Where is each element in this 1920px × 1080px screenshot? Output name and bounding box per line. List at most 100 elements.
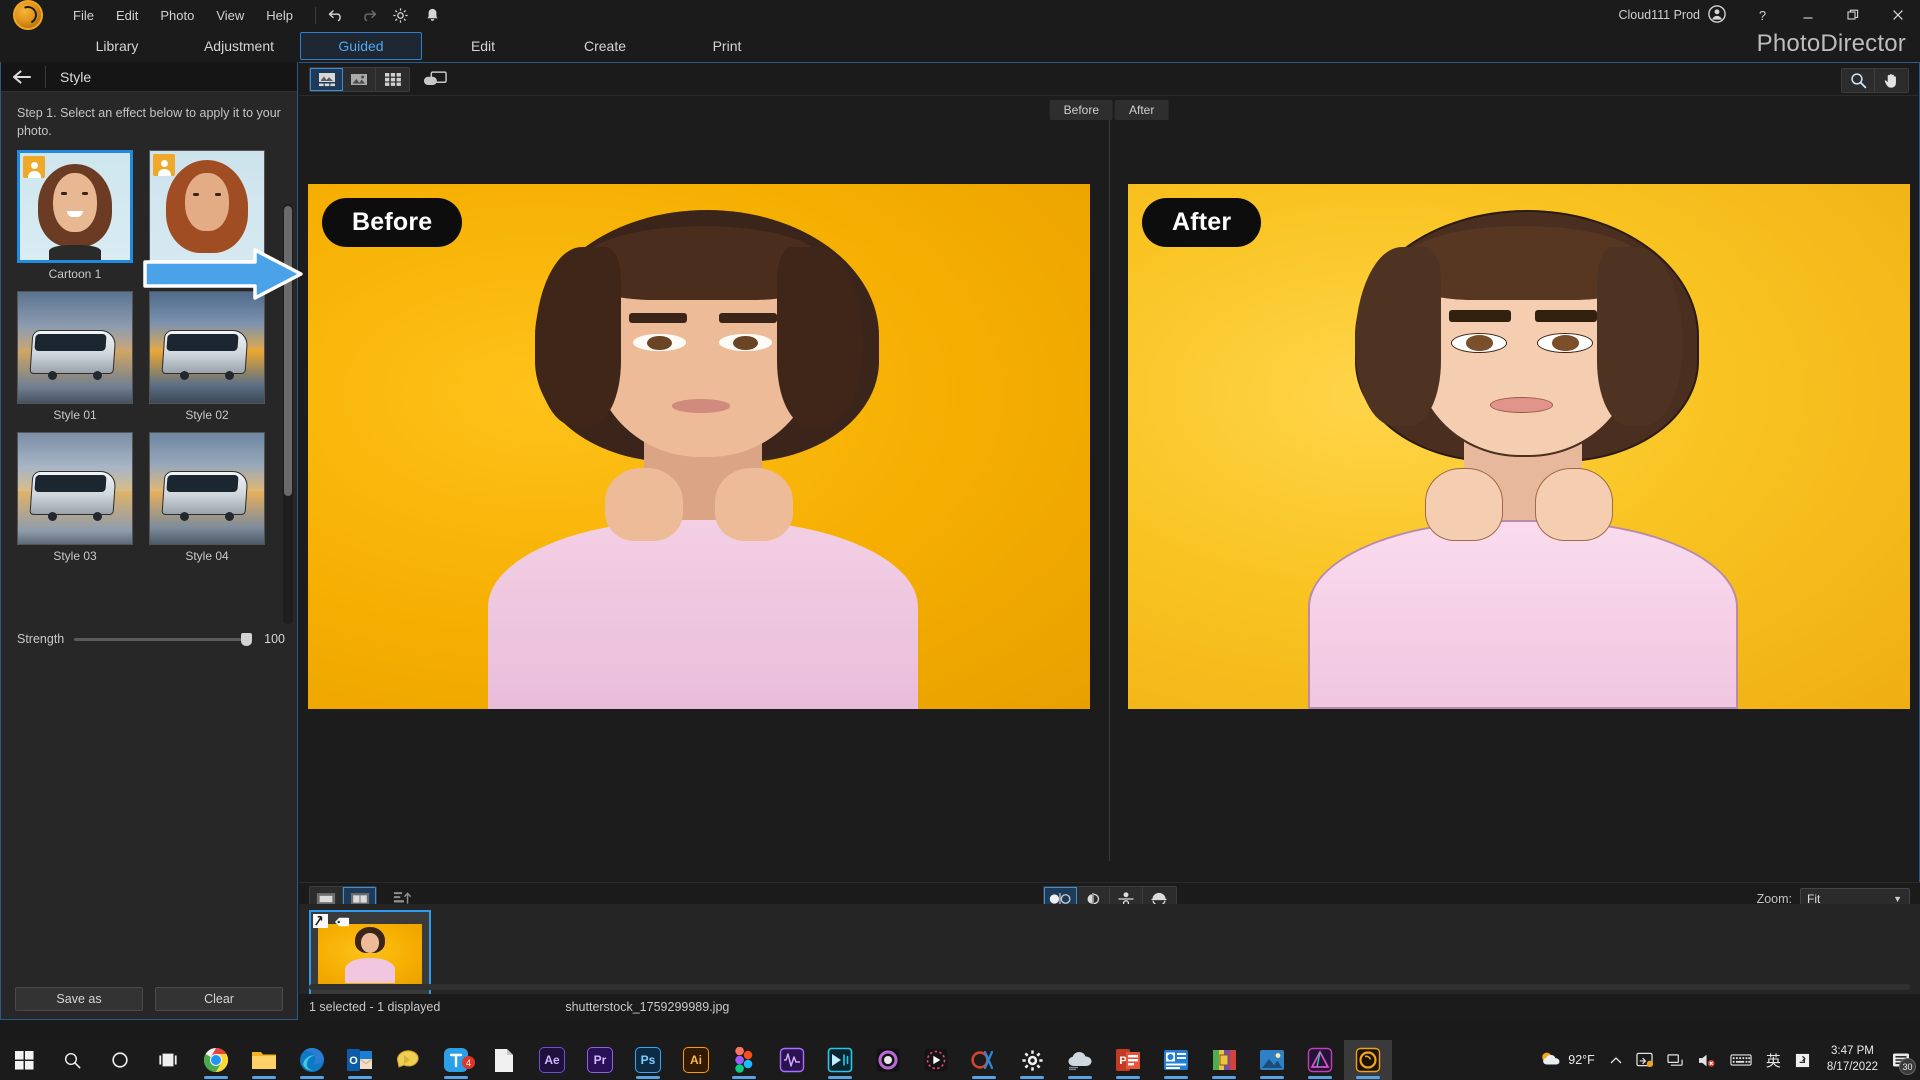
taskbar-app-color-director[interactable]: [864, 1040, 912, 1080]
taskbar-app-photos[interactable]: [1248, 1040, 1296, 1080]
save-as-button[interactable]: Save as: [15, 987, 143, 1011]
window-controls-area: Cloud111 Prod ?: [1618, 0, 1920, 30]
style-item-style-04[interactable]: Style 04: [149, 432, 265, 563]
menu-help[interactable]: Help: [255, 3, 304, 28]
taskbar-app-teams[interactable]: 4: [432, 1040, 480, 1080]
menu-photo[interactable]: Photo: [149, 3, 205, 28]
volume-muted-icon[interactable]: [1691, 1053, 1723, 1068]
tab-guided[interactable]: Guided: [300, 32, 422, 60]
app-running-indicator: [1260, 1076, 1284, 1079]
style-item-style-03[interactable]: Style 03: [17, 432, 133, 563]
cloud-account[interactable]: Cloud111 Prod: [1618, 5, 1726, 26]
style-label: Style 03: [17, 545, 133, 563]
strength-slider[interactable]: [74, 638, 247, 641]
taskbar-app-figma[interactable]: [720, 1040, 768, 1080]
tab-print[interactable]: Print: [666, 33, 788, 59]
minimize-button[interactable]: [1785, 0, 1830, 30]
after-pane[interactable]: After: [1128, 184, 1910, 709]
network-tray-icon[interactable]: [1660, 1053, 1691, 1068]
strength-control: Strength 100: [1, 624, 297, 654]
taskbar-app-edge[interactable]: [288, 1040, 336, 1080]
close-button[interactable]: [1875, 0, 1920, 30]
taskbar-app-audio-editor[interactable]: [768, 1040, 816, 1080]
menu-view[interactable]: View: [205, 3, 255, 28]
taskbar-app-media-player[interactable]: [912, 1040, 960, 1080]
app-running-indicator: [1212, 1076, 1236, 1079]
tab-adjustment[interactable]: Adjustment: [178, 33, 300, 59]
undo-icon[interactable]: [327, 6, 346, 25]
hand-pan-tool-icon[interactable]: [1875, 69, 1908, 92]
taskbar-app-illustrator[interactable]: Ai: [672, 1040, 720, 1080]
before-tab[interactable]: Before: [1050, 100, 1113, 120]
style-thumbnail[interactable]: [149, 291, 265, 404]
show-hidden-icons-chevron[interactable]: [1603, 1056, 1629, 1065]
taskbar-app-notepad[interactable]: [480, 1040, 528, 1080]
zoom-tool-icon[interactable]: [1842, 69, 1875, 92]
filmstrip-scrollbar[interactable]: [309, 984, 1910, 990]
taskbar-app-winrar[interactable]: [1200, 1040, 1248, 1080]
before-after-tabs: Before After: [1050, 100, 1169, 120]
task-view-icon[interactable]: [144, 1040, 192, 1080]
ime-language-icon[interactable]: 英: [1759, 1050, 1788, 1071]
action-center-icon[interactable]: 30: [1888, 1047, 1914, 1073]
user-account-icon[interactable]: [1708, 5, 1726, 26]
taskbar-app-outlook[interactable]: O: [336, 1040, 384, 1080]
style-item-cartoon-1[interactable]: Cartoon 1: [17, 150, 133, 281]
taskbar-app-presentation-tool[interactable]: [1152, 1040, 1200, 1080]
taskbar-search-icon[interactable]: [48, 1040, 96, 1080]
style-thumbnail[interactable]: [17, 291, 133, 404]
tab-library[interactable]: Library: [56, 33, 178, 59]
taskbar-app-screen-recorder[interactable]: [960, 1040, 1008, 1080]
taskbar-app-after-effects[interactable]: Ae: [528, 1040, 576, 1080]
taskbar-app-file-explorer[interactable]: [240, 1040, 288, 1080]
menu-edit[interactable]: Edit: [105, 3, 149, 28]
taskbar-clock[interactable]: 3:47 PM 8/17/2022: [1817, 1044, 1888, 1075]
style-item-style-02[interactable]: Style 02: [149, 291, 265, 422]
grid-view-button[interactable]: [376, 68, 409, 91]
taskbar-app-video-editor[interactable]: [816, 1040, 864, 1080]
taskbar-app-affinity-photo[interactable]: [1296, 1040, 1344, 1080]
taskbar-app-whatsapp-gold[interactable]: [384, 1040, 432, 1080]
before-pane[interactable]: Before: [308, 184, 1090, 709]
tab-create[interactable]: Create: [544, 33, 666, 59]
tab-edit[interactable]: Edit: [422, 33, 544, 59]
style-thumbnail[interactable]: [149, 432, 265, 545]
after-tab[interactable]: After: [1115, 100, 1168, 120]
app-running-indicator: [204, 1076, 228, 1079]
photo-only-view-button[interactable]: [343, 68, 376, 91]
touch-keyboard-icon[interactable]: [1723, 1053, 1759, 1067]
single-photo-view-button[interactable]: [310, 68, 343, 91]
taskbar-app-photoshop[interactable]: Ps: [624, 1040, 672, 1080]
ime-mode-icon[interactable]: [1788, 1053, 1817, 1068]
redo-icon[interactable]: [359, 6, 378, 25]
taskbar-app-onedrive[interactable]: [1056, 1040, 1104, 1080]
menu-file[interactable]: File: [62, 3, 105, 28]
cloud-account-label: Cloud111 Prod: [1618, 8, 1700, 22]
taskbar-app-powerpoint[interactable]: P: [1104, 1040, 1152, 1080]
taskbar-app-photodirector[interactable]: [1344, 1040, 1392, 1080]
strength-slider-knob[interactable]: [241, 633, 252, 646]
taskbar-app-settings[interactable]: [1008, 1040, 1056, 1080]
weather-widget[interactable]: 92°F: [1531, 1050, 1603, 1071]
clear-button[interactable]: Clear: [155, 987, 283, 1011]
cortana-icon[interactable]: [96, 1040, 144, 1080]
onedrive-tray-icon[interactable]: [1629, 1052, 1660, 1068]
back-arrow-icon[interactable]: [1, 62, 45, 92]
app-running-indicator: [1068, 1076, 1092, 1079]
chevron-down-icon[interactable]: ▼: [1893, 894, 1902, 904]
adjustment-badge-icon: [313, 914, 329, 928]
taskbar-app-premiere-pro[interactable]: Pr: [576, 1040, 624, 1080]
windows-start-icon[interactable]: [0, 1040, 48, 1080]
title-bar: File Edit Photo View Help Cloud111 Prod: [0, 0, 1920, 30]
style-thumbnail[interactable]: [17, 150, 133, 263]
style-item-style-01[interactable]: Style 01: [17, 291, 133, 422]
second-monitor-icon[interactable]: [420, 68, 450, 91]
style-thumbnail[interactable]: [17, 432, 133, 545]
help-button[interactable]: ?: [1740, 0, 1785, 30]
settings-gear-icon[interactable]: [391, 6, 410, 25]
restore-button[interactable]: [1830, 0, 1875, 30]
style-label: Style 02: [149, 404, 265, 422]
notification-bell-icon[interactable]: [423, 6, 442, 25]
taskbar-app-chrome[interactable]: [192, 1040, 240, 1080]
style-thumbnail[interactable]: [149, 150, 265, 263]
